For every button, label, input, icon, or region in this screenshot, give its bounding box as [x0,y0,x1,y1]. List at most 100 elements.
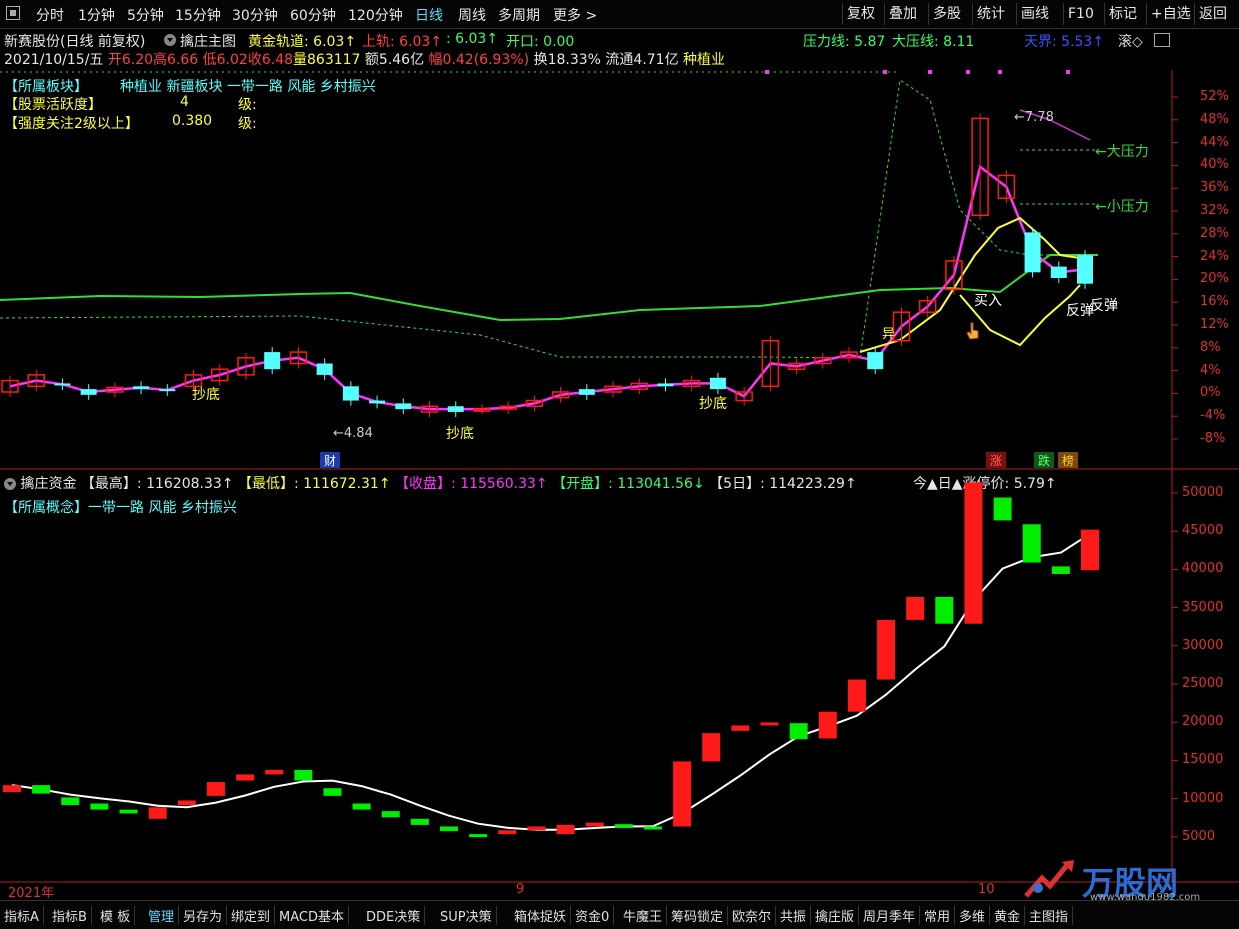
candle-body [316,363,333,375]
indicator-tab-10[interactable]: 资金0 [571,906,615,925]
price-axis-tick: 12% [1200,317,1229,332]
indicator-tab-2[interactable]: 模 板 [96,906,136,925]
signal-dot [998,70,1002,74]
capital-candle [1022,524,1041,563]
capital-axis-tick: 25000 [1182,676,1224,691]
capital-candle [90,803,109,810]
capital-candle [440,826,459,832]
capital-candle [119,809,138,814]
capital-axis-tick: 15000 [1182,752,1224,768]
price-axis-tick: 16% [1200,294,1229,310]
small-pressure-marker: ←小压力 [1095,199,1149,215]
capital-candle [527,826,546,831]
capital-candle [789,723,808,740]
capital-candle [1051,566,1070,574]
capital-candle [964,482,983,624]
indicator-tab-8[interactable]: SUP决策 [436,906,497,925]
capital-candle [206,782,225,796]
capital-candle [177,800,196,806]
price-axis-tick: 24% [1200,248,1229,264]
candle-body [54,383,71,386]
capital-axis-tick: 45000 [1182,523,1224,539]
indicator-tab-13[interactable]: 欧奈尔 [728,906,777,925]
indicator-tab-6[interactable]: MACD基本 [275,906,349,925]
indicator-tab-16[interactable]: 周月季年 [859,906,921,925]
capital-candle [906,596,925,620]
candle-body [1077,255,1093,284]
indicator-tab-20[interactable]: 主图指 [1025,906,1074,925]
low-price-marker: ←4.84 [333,426,373,441]
candle-body [342,386,359,401]
signal-dot [765,70,769,74]
capital-axis-tick: 20000 [1182,714,1224,730]
indicator-tab-7[interactable]: DDE决策 [362,906,426,925]
price-axis-tick: 0% [1200,385,1221,401]
indicator-tab-1[interactable]: 指标B [48,906,92,925]
price-axis-tick: 36% [1200,180,1229,196]
capital-axis-tick: 10000 [1182,790,1224,806]
price-axis-tick: 40% [1200,157,1229,173]
capital-candle [993,497,1012,521]
buy-signal: 买入 [974,293,1002,309]
price-axis-tick: -8% [1200,431,1226,446]
capital-candle [265,769,284,775]
indicator-tab-0[interactable]: 指标A [0,906,44,925]
signal-dot [883,70,887,74]
indicator-tab-17[interactable]: 常用 [920,906,956,925]
capital-candle [847,679,866,712]
indicator-tab-5[interactable]: 绑定到 [227,906,276,925]
price-axis-tick: 8% [1200,339,1221,355]
high-price-marker: ←7.78 [1014,110,1054,125]
candle-body [578,389,595,395]
indicator-tab-11[interactable]: 牛魔王 [619,906,668,925]
capital-axis-tick: 50000 [1182,485,1224,500]
capital-candle [3,785,21,793]
capital-axis-tick: 35000 [1182,599,1224,615]
capital-candle [702,733,721,762]
price-axis-tick: 28% [1200,225,1229,241]
bottom-signal-1: 抄底 [192,387,220,403]
indicator-tab-19[interactable]: 黄金 [990,906,1026,925]
candle-body [867,352,884,370]
main-price-chart[interactable] [0,0,1239,470]
capital-candle [294,769,313,781]
bottom-signal-2: 抄底 [446,426,474,442]
capital-candle [760,722,779,726]
rank-badge[interactable]: 榜 [1058,452,1078,468]
capital-candle [381,811,400,818]
signal-dot [928,70,932,74]
indicator-tab-4[interactable]: 另存为 [179,906,228,925]
candle-body [80,389,97,395]
capital-axis-tick: 40000 [1182,561,1224,577]
capital-axis-tick: 5000 [1182,828,1216,844]
indicator-tab-14[interactable]: 共振 [776,906,812,925]
candle-body [369,400,386,404]
indicator-tabs-bar: 指标A 指标B 模 板管理 另存为 绑定到 MACD基本 DDE决策 SUP决策 箱体捉妖 资金0… [0,900,1239,929]
rise-badge[interactable]: 涨 [986,452,1006,468]
capital-candle [236,774,255,781]
indicator-tab-15[interactable]: 擒庄版 [811,906,860,925]
capital-candle [352,803,371,810]
capital-candle [818,711,837,739]
capital-candle [148,807,167,819]
rebound-signal-2: 反弹 [1090,298,1118,314]
indicator-tab-18[interactable]: 多维 [955,906,991,925]
date-axis-sep: 9 [516,882,525,897]
fall-badge[interactable]: 跌 [1034,452,1054,468]
anomaly-signal: 异 [882,327,896,342]
capital-candle [643,826,662,830]
indicator-tab-12[interactable]: 筹码锁定 [667,906,729,925]
indicator-tab-3[interactable]: 管理 [144,906,180,925]
channel-upper-line [0,254,1098,322]
capital-ma-line [11,532,1091,831]
capital-flow-chart[interactable] [0,470,1239,900]
candle-body [657,383,674,387]
indicator-tab-9[interactable]: 箱体捉妖 [510,906,572,925]
channel-dashed-line [0,79,1100,359]
candle-body [447,406,464,412]
candle-body [395,403,412,410]
finance-badge[interactable]: 财 [320,452,340,468]
price-axis-tick: 32% [1200,203,1229,218]
capital-candle [673,761,692,827]
capital-candle [877,619,896,680]
